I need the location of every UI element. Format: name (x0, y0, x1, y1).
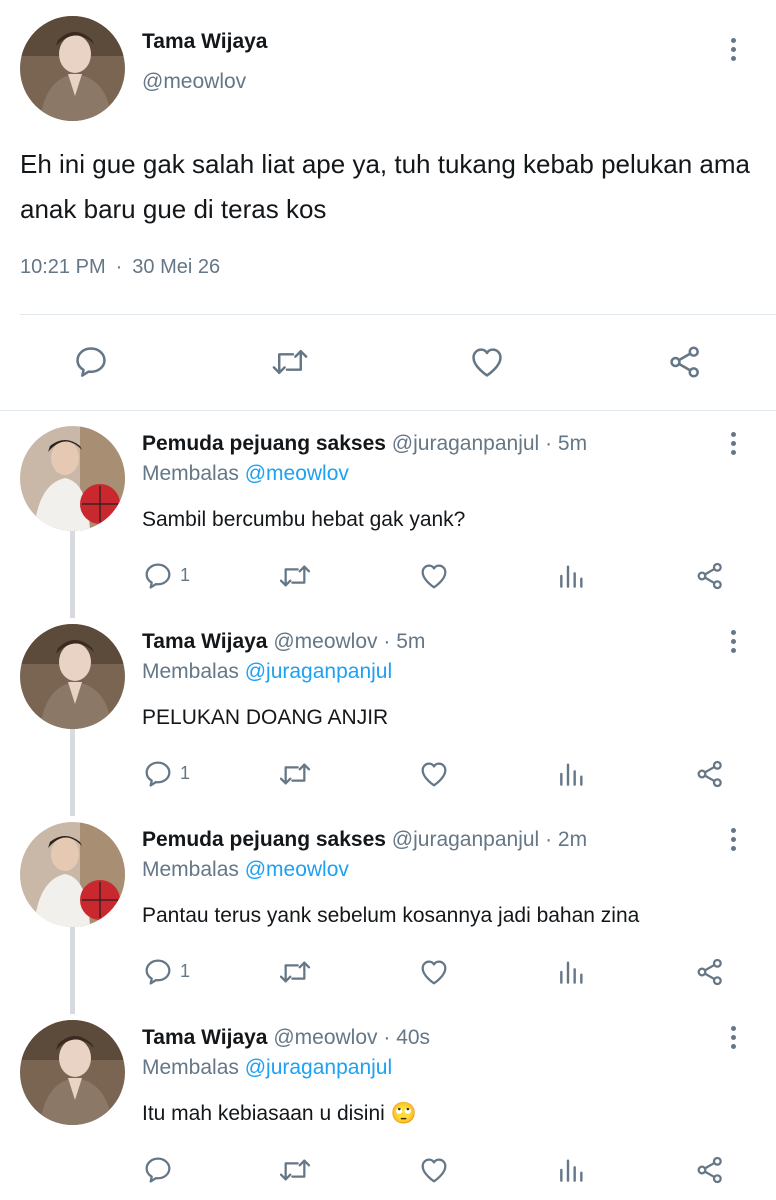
analytics-icon[interactable] (556, 1154, 588, 1186)
share-icon[interactable] (694, 956, 726, 988)
tweet-time: 10:21 PM (20, 256, 106, 278)
like-icon[interactable] (418, 956, 450, 988)
replying-to: Membalas @meowlov (142, 858, 349, 882)
author-handle[interactable]: @meowlov (273, 1026, 377, 1049)
more-options-icon[interactable] (728, 630, 738, 658)
comment-icon[interactable] (142, 956, 174, 988)
more-options-icon[interactable] (728, 828, 738, 856)
divider (20, 314, 776, 315)
like-icon[interactable] (418, 1154, 450, 1186)
avatar[interactable] (20, 16, 125, 121)
divider (0, 410, 776, 411)
separator: · (383, 1026, 391, 1049)
tweet-text: Eh ini gue gak salah liat ape ya, tuh tu… (20, 149, 750, 224)
share-icon[interactable] (694, 560, 726, 592)
comment-icon[interactable] (72, 343, 110, 381)
tweet-meta: 10:21 PM · 30 Mei 26 (20, 256, 220, 279)
reply-text: Sambil bercumbu hebat gak yank? (142, 508, 466, 531)
avatar[interactable] (20, 624, 125, 729)
analytics-icon[interactable] (556, 956, 588, 988)
author-handle[interactable]: @meowlov (142, 70, 246, 94)
retweet-icon[interactable] (277, 758, 313, 790)
comment-icon[interactable] (142, 1154, 174, 1186)
reply-tweet[interactable]: Pemuda pejuang sakses @juraganpanjul · 5… (0, 412, 776, 610)
replying-to-link[interactable]: @meowlov (245, 462, 349, 485)
meta-separator: · (115, 256, 123, 278)
analytics-icon[interactable] (556, 560, 588, 592)
retweet-icon[interactable] (277, 1154, 313, 1186)
replying-to-link[interactable]: @juraganpanjul (245, 660, 392, 683)
author-handle[interactable]: @juraganpanjul (392, 432, 539, 455)
replying-prefix: Membalas (142, 462, 239, 485)
replying-to-link[interactable]: @meowlov (245, 858, 349, 881)
separator: · (383, 630, 391, 653)
like-icon[interactable] (468, 343, 506, 381)
share-icon[interactable] (694, 758, 726, 790)
avatar[interactable] (20, 426, 125, 531)
like-icon[interactable] (418, 560, 450, 592)
reply-tweet[interactable]: Pemuda pejuang sakses @juraganpanjul · 2… (0, 808, 776, 1006)
author-handle[interactable]: @meowlov (273, 630, 377, 653)
replying-to-link[interactable]: @juraganpanjul (245, 1056, 392, 1079)
reply-tweet[interactable]: Tama Wijaya @meowlov · 5m Membalas @jura… (0, 610, 776, 808)
author-name[interactable]: Tama Wijaya (142, 30, 267, 54)
share-icon[interactable] (694, 1154, 726, 1186)
reply-text: Pantau terus yank sebelum kosannya jadi … (142, 904, 640, 927)
avatar[interactable] (20, 822, 125, 927)
tweet-date: 30 Mei 26 (132, 256, 221, 278)
reply-time: 2m (557, 828, 588, 851)
retweet-icon[interactable] (277, 956, 313, 988)
separator: · (545, 432, 553, 455)
replying-prefix: Membalas (142, 660, 239, 683)
share-icon[interactable] (666, 343, 704, 381)
more-options-icon[interactable] (728, 1026, 738, 1054)
more-options-icon[interactable] (728, 38, 738, 66)
author-name[interactable]: Tama Wijaya (142, 1026, 267, 1049)
reply-time: 5m (396, 630, 426, 653)
replying-to: Membalas @juraganpanjul (142, 1056, 392, 1080)
author-handle[interactable]: @juraganpanjul (392, 828, 539, 851)
more-options-icon[interactable] (728, 432, 738, 460)
reply-text: PELUKAN DOANG ANJIR (142, 706, 389, 729)
retweet-icon[interactable] (277, 560, 313, 592)
reply-time: 40s (396, 1026, 431, 1049)
retweet-icon[interactable] (270, 343, 310, 381)
replying-prefix: Membalas (142, 1056, 239, 1079)
replying-to: Membalas @juraganpanjul (142, 660, 392, 684)
comment-count: 1 (180, 961, 191, 981)
main-tweet: Tama Wijaya @meowlov Eh ini gue gak sala… (0, 0, 776, 410)
avatar[interactable] (20, 1020, 125, 1125)
separator: · (545, 828, 553, 851)
like-icon[interactable] (418, 758, 450, 790)
analytics-icon[interactable] (556, 758, 588, 790)
comment-icon[interactable] (142, 758, 174, 790)
reply-text: Itu mah kebiasaan u disini 🙄 (142, 1102, 417, 1125)
replying-prefix: Membalas (142, 858, 239, 881)
reply-tweet[interactable]: Tama Wijaya @meowlov · 40s Membalas @jur… (0, 1006, 776, 1200)
comment-icon[interactable] (142, 560, 174, 592)
comment-count: 1 (180, 565, 191, 585)
author-name[interactable]: Pemuda pejuang sakses (142, 432, 386, 455)
replying-to: Membalas @meowlov (142, 462, 349, 486)
author-name[interactable]: Tama Wijaya (142, 630, 267, 653)
author-name[interactable]: Pemuda pejuang sakses (142, 828, 386, 851)
comment-count: 1 (180, 763, 191, 783)
reply-time: 5m (557, 432, 588, 455)
